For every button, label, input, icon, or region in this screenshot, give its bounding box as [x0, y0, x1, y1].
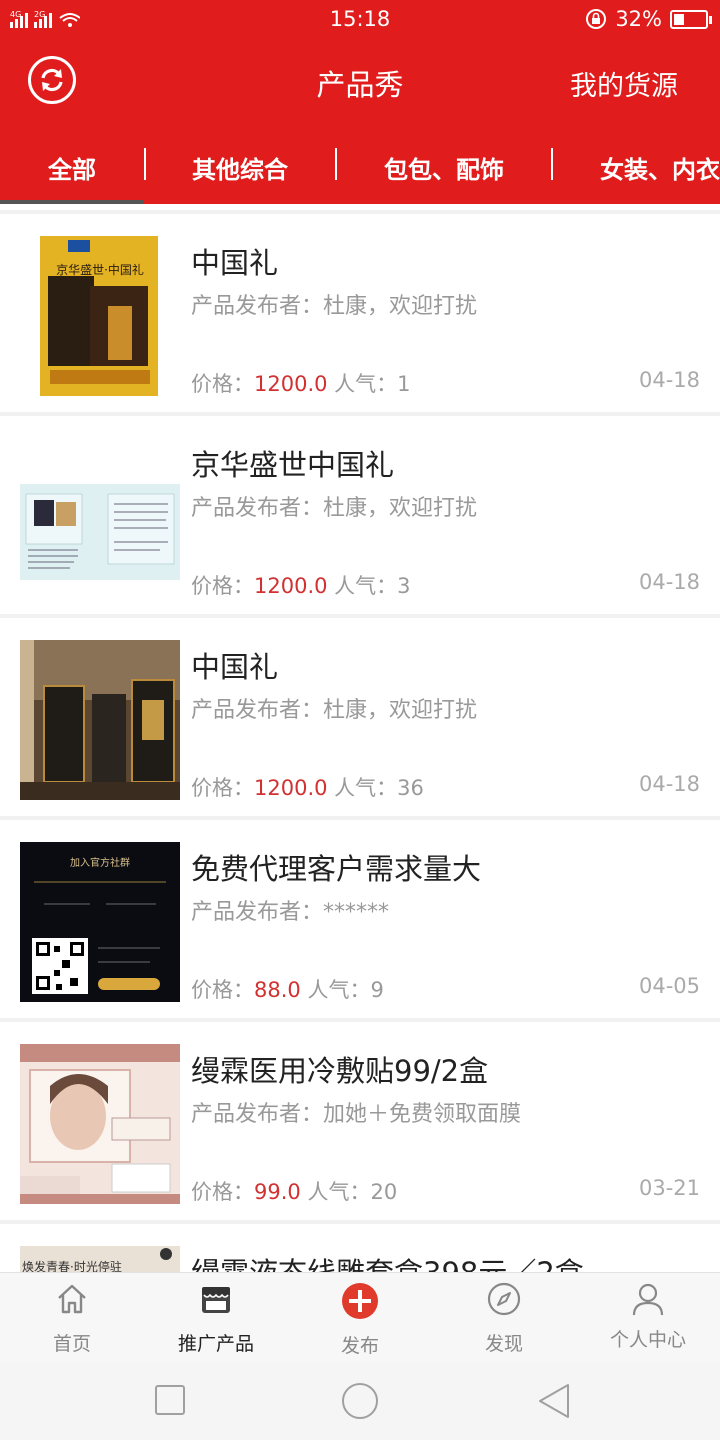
tab-label: 发布: [340, 1335, 379, 1357]
item-date: 04-05: [638, 974, 700, 998]
tab-promote-products[interactable]: 推广产品: [144, 1273, 288, 1363]
item-publisher: 产品发布者：杜康，欢迎打扰: [191, 698, 478, 723]
price-label: 价格：: [191, 574, 254, 598]
product-thumbnail: [20, 1044, 180, 1204]
item-price: 1200.0: [254, 372, 328, 396]
app-header: 产品秀 我的货源: [0, 40, 720, 124]
back-icon[interactable]: [536, 1382, 572, 1420]
item-publisher: 产品发布者：杜康，欢迎打扰: [191, 294, 478, 319]
recent-apps-icon[interactable]: [154, 1384, 186, 1416]
product-thumbnail: [20, 640, 180, 800]
item-price: 99.0: [254, 1180, 301, 1204]
list-item[interactable]: 京华盛世·中国礼 中国礼 产品发布者：杜康，欢迎打扰 价格：1200.0 人气：…: [0, 214, 720, 412]
user-icon: [632, 1283, 664, 1316]
tab-publish[interactable]: 发布: [288, 1273, 432, 1363]
home-icon: [58, 1284, 86, 1314]
item-price-line: 价格：99.0 人气：20: [191, 1176, 397, 1206]
tab-label: 个人中心: [609, 1329, 686, 1351]
item-price-line: 价格：1200.0 人气：1: [191, 368, 411, 398]
thumbnail-banner-text: 焕发青春·时光停驻: [22, 1260, 122, 1272]
product-thumbnail: [20, 484, 180, 580]
popularity-label: 人气：: [327, 574, 398, 598]
product-thumbnail: [40, 236, 158, 396]
thumbnail-banner-text: 京华盛世·中国礼: [56, 263, 144, 277]
popularity-label: 人气：: [327, 776, 398, 800]
price-label: 价格：: [191, 776, 254, 800]
price-label: 价格：: [191, 1180, 254, 1204]
item-publisher: 产品发布者：杜康，欢迎打扰: [191, 496, 478, 521]
bottom-tab-bar: 首页 推广产品 发布 发现 个人中心: [0, 1272, 720, 1362]
item-price: 1200.0: [254, 776, 328, 800]
my-source-link[interactable]: 我的货源: [570, 64, 678, 103]
list-item[interactable]: 缦霖医用冷敷贴99/2盒 产品发布者：加她＋免费领取面膜 价格：99.0 人气：…: [0, 1022, 720, 1220]
active-tab-indicator: [0, 200, 144, 204]
item-title: 中国礼: [191, 246, 279, 280]
rotation-lock-icon: [586, 9, 607, 29]
category-tabs: 全部 其他综合 包包、配饰 女装、内衣: [0, 124, 720, 204]
tab-label: 推广产品: [177, 1333, 254, 1355]
list-item[interactable]: 京华盛世中国礼 产品发布者：杜康，欢迎打扰 价格：1200.0 人气：3 04-…: [0, 416, 720, 614]
thumbnail-banner-text: 加入官方社群: [70, 858, 130, 869]
category-divider: [551, 148, 553, 180]
item-title: 缦霖医用冷敷贴99/2盒: [191, 1054, 489, 1088]
category-tab-other[interactable]: 其他综合: [192, 150, 288, 185]
item-popularity: 20: [370, 1180, 398, 1204]
item-publisher: 产品发布者：******: [191, 900, 390, 925]
compass-icon: [487, 1282, 521, 1316]
list-item[interactable]: 中国礼 产品发布者：杜康，欢迎打扰 价格：1200.0 人气：36 04-18: [0, 618, 720, 816]
item-popularity: 36: [397, 776, 424, 800]
tab-label: 首页: [52, 1333, 91, 1355]
item-title: 中国礼: [191, 650, 279, 684]
tab-discover[interactable]: 发现: [432, 1273, 576, 1363]
price-label: 价格：: [191, 372, 254, 396]
item-popularity: 3: [397, 574, 411, 598]
list-item[interactable]: 加入官方社群 免费代理客户需求量大 产品发布者：****** 价格：88.0 人…: [0, 820, 720, 1018]
popularity-label: 人气：: [300, 1180, 371, 1204]
category-tab-bags[interactable]: 包包、配饰: [384, 150, 504, 185]
item-price-line: 价格：88.0 人气：9: [191, 974, 384, 1004]
item-popularity: 9: [370, 978, 384, 1002]
item-price-line: 价格：1200.0 人气：3: [191, 570, 411, 600]
category-divider: [144, 148, 146, 180]
price-label: 价格：: [191, 978, 254, 1002]
item-price: 1200.0: [254, 574, 328, 598]
tab-profile[interactable]: 个人中心: [576, 1273, 720, 1363]
item-title: 免费代理客户需求量大: [191, 852, 482, 886]
popularity-label: 人气：: [327, 372, 398, 396]
item-date: 04-18: [638, 772, 700, 796]
item-price: 88.0: [254, 978, 301, 1002]
tab-label: 发现: [484, 1333, 523, 1355]
item-popularity: 1: [397, 372, 411, 396]
tab-home[interactable]: 首页: [0, 1273, 144, 1363]
item-price-line: 价格：1200.0 人气：36: [191, 772, 424, 802]
store-icon: [202, 1287, 230, 1313]
item-title: 缦霖液态线雕套盒398元／2盒: [191, 1250, 584, 1272]
battery-percent: 32%: [615, 7, 662, 31]
product-list[interactable]: 京华盛世·中国礼 中国礼 产品发布者：杜康，欢迎打扰 价格：1200.0 人气：…: [0, 210, 720, 1272]
battery-icon: [670, 9, 712, 29]
category-divider: [335, 148, 337, 180]
status-bar: 4G 2G 15:18 32%: [0, 0, 720, 40]
item-publisher: 产品发布者：加她＋免费领取面膜: [191, 1102, 522, 1127]
add-circle-icon: [342, 1283, 378, 1319]
item-date: 04-18: [638, 368, 700, 392]
item-date: 03-21: [638, 1176, 700, 1200]
home-nav-icon[interactable]: [341, 1382, 379, 1420]
list-item[interactable]: 焕发青春·时光停驻 缦霖液态线雕套盒398元／2盒: [0, 1224, 720, 1272]
popularity-label: 人气：: [300, 978, 371, 1002]
item-title: 京华盛世中国礼: [191, 448, 395, 482]
item-date: 04-18: [638, 570, 700, 594]
category-tab-womens[interactable]: 女装、内衣: [600, 150, 720, 185]
system-nav-bar: [0, 1362, 720, 1440]
category-tab-all[interactable]: 全部: [48, 150, 96, 185]
